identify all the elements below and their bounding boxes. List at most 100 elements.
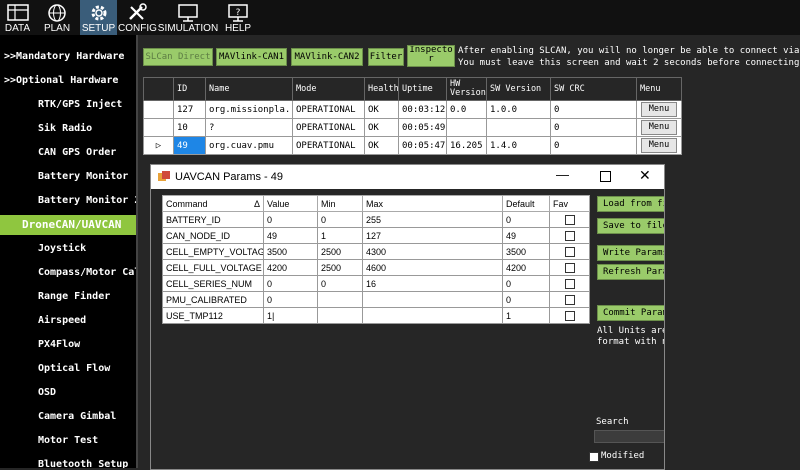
fav-checkbox[interactable]: [564, 294, 575, 305]
param-value[interactable]: 49: [263, 227, 318, 244]
param-row[interactable]: CELL_FULL_VOLTAGE 4200 2500 4600 4200: [162, 259, 590, 276]
cell-sw-crc[interactable]: 0: [550, 118, 637, 137]
sidebar-item-osd[interactable]: OSD: [0, 383, 136, 403]
sidebar-item-sik-radio[interactable]: Sik Radio: [0, 119, 136, 139]
sidebar-item-battery-monitor[interactable]: Battery Monitor: [0, 167, 136, 187]
toolbar-config[interactable]: CONFIG: [118, 0, 157, 35]
search-input[interactable]: [594, 430, 664, 443]
col-header-min[interactable]: Min: [317, 195, 363, 212]
table-row[interactable]: ▷ 49 org.cuav.pmu OPERATIONAL OK 00:05:4…: [143, 136, 682, 155]
write-params-button[interactable]: Write Params: [597, 245, 664, 261]
cell-uptime[interactable]: 00:05:47: [398, 136, 447, 155]
cell-id[interactable]: 49: [173, 136, 206, 155]
sidebar-item-optical-flow[interactable]: Optical Flow: [0, 359, 136, 379]
cell-sw-version[interactable]: 1.4.0: [486, 136, 551, 155]
load-from-file-button[interactable]: Load from file: [597, 196, 664, 212]
filter-button[interactable]: Filter: [368, 48, 404, 66]
param-value-editing[interactable]: 1|: [263, 307, 318, 324]
cell-uptime[interactable]: 00:03:12: [398, 100, 447, 119]
fav-checkbox[interactable]: [564, 230, 575, 241]
cell-health[interactable]: OK: [364, 118, 399, 137]
col-header-menu[interactable]: Menu: [636, 77, 682, 101]
row-header[interactable]: [143, 118, 174, 137]
fav-checkbox[interactable]: [564, 246, 575, 257]
cell-hw-version[interactable]: [446, 118, 487, 137]
cell-name[interactable]: org.missionpla...: [205, 100, 293, 119]
param-value[interactable]: 0: [263, 211, 318, 228]
col-header-sw-crc[interactable]: SW CRC: [550, 77, 637, 101]
cell-name[interactable]: org.cuav.pmu: [205, 136, 293, 155]
commit-params-button[interactable]: Commit Params: [597, 305, 664, 321]
param-value[interactable]: 0: [263, 291, 318, 308]
cell-uptime[interactable]: 00:05:49: [398, 118, 447, 137]
sidebar-item-camera-gimbal[interactable]: Camera Gimbal: [0, 407, 136, 427]
col-header-fav[interactable]: Fav: [549, 195, 590, 212]
dialog-titlebar[interactable]: UAVCAN Params - 49 — ✕: [151, 165, 664, 189]
mavlink-can1-button[interactable]: MAVlink-CAN1: [216, 48, 287, 66]
toolbar-help[interactable]: ? HELP: [220, 0, 256, 35]
table-row[interactable]: 10 ? OPERATIONAL OK 00:05:49 0 Menu: [143, 118, 682, 137]
sidebar-item-airspeed[interactable]: Airspeed: [0, 311, 136, 331]
sidebar-item-bluetooth-setup[interactable]: Bluetooth Setup: [0, 455, 136, 468]
cell-sw-version[interactable]: [486, 118, 551, 137]
param-row[interactable]: PMU_CALIBRATED 0 0: [162, 291, 590, 308]
col-header-value[interactable]: Value: [263, 195, 318, 212]
sidebar-item-compass-motor-calib[interactable]: Compass/Motor Calib: [0, 263, 136, 283]
toolbar-data[interactable]: DATA: [0, 0, 35, 35]
cell-id[interactable]: 127: [173, 100, 206, 119]
close-icon[interactable]: ✕: [639, 167, 651, 184]
col-header-sw-version[interactable]: SW Version: [486, 77, 551, 101]
cell-health[interactable]: OK: [364, 100, 399, 119]
menu-button[interactable]: Menu: [641, 120, 677, 135]
param-row[interactable]: CAN_NODE_ID 49 1 127 49: [162, 227, 590, 244]
cell-health[interactable]: OK: [364, 136, 399, 155]
sidebar-item-joystick[interactable]: Joystick: [0, 239, 136, 259]
sidebar-item-px4flow[interactable]: PX4Flow: [0, 335, 136, 355]
param-value[interactable]: 0: [263, 275, 318, 292]
modified-checkbox[interactable]: [589, 452, 599, 462]
inspector-button[interactable]: Inspecto r: [407, 45, 455, 67]
minimize-icon[interactable]: —: [556, 167, 569, 182]
toolbar-setup[interactable]: SETUP: [80, 0, 117, 35]
col-header-command[interactable]: Command Δ: [162, 195, 264, 212]
sidebar-item-battery-monitor-2[interactable]: Battery Monitor 2: [0, 191, 136, 211]
col-header-id[interactable]: ID: [173, 77, 206, 101]
save-to-file-button[interactable]: Save to file: [597, 218, 664, 234]
col-header-uptime[interactable]: Uptime: [398, 77, 447, 101]
cell-hw-version[interactable]: 0.0: [446, 100, 487, 119]
fav-checkbox[interactable]: [564, 278, 575, 289]
sidebar-item-range-finder[interactable]: Range Finder: [0, 287, 136, 307]
cell-mode[interactable]: OPERATIONAL: [292, 136, 365, 155]
cell-name[interactable]: ?: [205, 118, 293, 137]
param-value[interactable]: 3500: [263, 243, 318, 260]
cell-id[interactable]: 10: [173, 118, 206, 137]
fav-checkbox[interactable]: [564, 310, 575, 321]
refresh-params-button[interactable]: Refresh Params: [597, 264, 664, 280]
sidebar-item-can-gps-order[interactable]: CAN GPS Order: [0, 143, 136, 163]
col-header-name[interactable]: Name: [205, 77, 293, 101]
sidebar-item-motor-test[interactable]: Motor Test: [0, 431, 136, 451]
sidebar-item-rtk-gps-inject[interactable]: RTK/GPS Inject: [0, 95, 136, 115]
sidebar-item-dronecan-uavcan[interactable]: DroneCAN/UAVCAN: [0, 215, 136, 235]
table-row[interactable]: 127 org.missionpla... OPERATIONAL OK 00:…: [143, 100, 682, 119]
mavlink-can2-button[interactable]: MAVlink-CAN2: [291, 48, 363, 66]
param-row[interactable]: CELL_EMPTY_VOLTAGE 3500 2500 4300 3500: [162, 243, 590, 260]
param-row[interactable]: USE_TMP112 1| 1: [162, 307, 590, 324]
row-header[interactable]: [143, 100, 174, 119]
param-row[interactable]: CELL_SERIES_NUM 0 0 16 0: [162, 275, 590, 292]
sidebar-section-mandatory[interactable]: >>Mandatory Hardware: [0, 47, 136, 67]
sidebar-section-optional[interactable]: >>Optional Hardware: [0, 71, 136, 91]
col-header-health[interactable]: Health: [364, 77, 399, 101]
menu-button[interactable]: Menu: [641, 138, 677, 153]
maximize-icon[interactable]: [600, 171, 611, 182]
col-header-default[interactable]: Default: [502, 195, 550, 212]
toolbar-plan[interactable]: PLAN: [38, 0, 76, 35]
cell-sw-crc[interactable]: 0: [550, 136, 637, 155]
col-header-mode[interactable]: Mode: [292, 77, 365, 101]
row-header-current[interactable]: ▷: [143, 136, 174, 155]
cell-hw-version[interactable]: 16.205: [446, 136, 487, 155]
cell-sw-version[interactable]: 1.0.0: [486, 100, 551, 119]
cell-sw-crc[interactable]: 0: [550, 100, 637, 119]
toolbar-simulation[interactable]: SIMULATION: [157, 0, 219, 35]
param-value[interactable]: 4200: [263, 259, 318, 276]
